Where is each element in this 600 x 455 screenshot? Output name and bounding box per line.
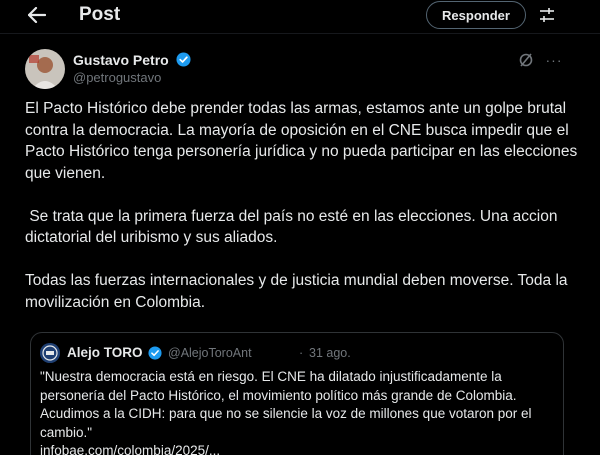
post-paragraph: Todas las fuerzas internacionales y de j… — [25, 272, 568, 311]
verified-badge-icon — [148, 346, 162, 360]
page-title: Post — [79, 4, 121, 25]
settings-button[interactable] — [536, 4, 558, 26]
grok-icon[interactable] — [518, 52, 534, 68]
quote-date: 31 ago. — [309, 346, 351, 360]
author-name[interactable]: Gustavo Petro — [73, 52, 169, 68]
back-button[interactable] — [24, 4, 50, 26]
top-bar: Post Responder — [0, 0, 600, 32]
reply-button[interactable]: Responder — [426, 1, 526, 29]
quoted-post[interactable]: Alejo TORO @AlejoToroAnt · 31 ago. "Nues… — [30, 332, 564, 455]
quote-avatar — [40, 343, 60, 363]
header-divider — [0, 33, 600, 34]
quote-author-handle: @AlejoToroAnt — [168, 346, 252, 360]
post-text: El Pacto Histórico debe prender todas la… — [25, 98, 585, 313]
arrow-left-icon — [28, 7, 46, 23]
author-handle[interactable]: @petrogustavo — [73, 70, 161, 85]
quote-author-name: Alejo TORO — [67, 345, 143, 360]
post-paragraph: El Pacto Histórico debe prender todas la… — [25, 100, 578, 182]
more-icon[interactable]: ··· — [543, 52, 565, 68]
verified-badge-icon — [176, 52, 191, 67]
post-paragraph: Se trata que la primera fuerza del país … — [25, 207, 562, 247]
avatar[interactable] — [25, 49, 65, 89]
quote-separator: · — [299, 346, 304, 360]
quote-text: "Nuestra democracia está en riesgo. El C… — [40, 369, 532, 440]
quote-link[interactable]: infobae.com/colombia/2025/... — [40, 443, 220, 455]
sliders-icon — [540, 8, 554, 22]
